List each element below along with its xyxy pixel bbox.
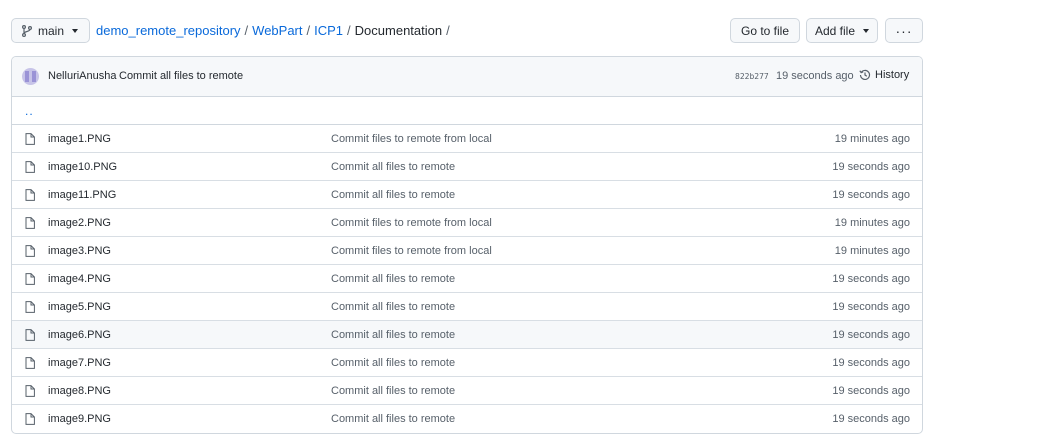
file-commit-message-link[interactable]: Commit all files to remote — [331, 189, 455, 201]
parent-directory-link[interactable]: .. — [12, 97, 922, 125]
commit-message-link[interactable]: Commit all files to remote — [119, 70, 243, 82]
chevron-down-icon — [863, 28, 870, 33]
table-row[interactable]: image11.PNG Commit all files to remote 19 … — [12, 181, 922, 209]
file-commit-message-link[interactable]: Commit all files to remote — [331, 385, 455, 397]
file-commit-time: 19 seconds ago — [832, 273, 910, 285]
file-icon — [25, 329, 35, 341]
commit-author-link[interactable]: NelluriAnusha — [48, 70, 116, 82]
breadcrumb-separator: / — [347, 23, 351, 38]
table-row[interactable]: image6.PNG Commit all files to remote 19 s… — [12, 321, 922, 349]
branch-name: main — [38, 23, 65, 38]
history-icon — [859, 69, 871, 81]
add-file-label: Add file — [814, 23, 856, 38]
file-icon — [25, 301, 35, 313]
file-commit-time: 19 seconds ago — [832, 301, 910, 313]
breadcrumb-repo-link[interactable]: demo_remote_repository — [96, 23, 241, 38]
table-row[interactable]: image10.PNG Commit all files to remote 19 … — [12, 153, 922, 181]
file-icon — [25, 217, 35, 229]
commit-sha-link[interactable]: 822b277 — [735, 72, 769, 81]
file-name-link[interactable]: image2.PNG — [48, 217, 111, 229]
file-name-link[interactable]: image4.PNG — [48, 273, 111, 285]
breadcrumb-separator: / — [244, 23, 249, 38]
file-commit-time: 19 seconds ago — [832, 385, 910, 397]
file-commit-message-link[interactable]: Commit all files to remote — [331, 329, 455, 341]
file-icon — [25, 245, 35, 257]
file-commit-message-link[interactable]: Commit files to remote from local — [331, 217, 492, 229]
file-commit-message-link[interactable]: Commit all files to remote — [331, 357, 455, 369]
avatar[interactable] — [22, 68, 39, 85]
table-row[interactable]: image9.PNG Commit all files to remote 19 s… — [12, 405, 922, 433]
file-name-link[interactable]: image1.PNG — [48, 133, 111, 145]
go-to-file-button[interactable]: Go to file — [730, 18, 800, 43]
file-commit-message-link[interactable]: Commit all files to remote — [331, 273, 455, 285]
file-browser: NelluriAnusha Commit all files to remote… — [11, 56, 923, 434]
more-options-button[interactable]: ··· — [885, 18, 923, 43]
file-commit-time: 19 minutes ago — [834, 217, 910, 229]
file-commit-message-link[interactable]: Commit all files to remote — [331, 413, 455, 425]
file-commit-message-link[interactable]: Commit files to remote from local — [331, 133, 492, 145]
latest-commit-bar: NelluriAnusha Commit all files to remote… — [12, 57, 922, 97]
file-commit-message-link[interactable]: Commit all files to remote — [331, 161, 455, 173]
file-commit-time: 19 seconds ago — [832, 357, 910, 369]
file-icon — [25, 161, 35, 173]
file-commit-time: 19 seconds ago — [832, 413, 910, 425]
breadcrumb-separator: / — [306, 23, 311, 38]
chevron-down-icon — [72, 28, 79, 33]
breadcrumb-icp1-link[interactable]: ICP1 — [314, 23, 343, 38]
file-commit-time: 19 minutes ago — [834, 245, 910, 257]
history-label: History — [875, 69, 910, 81]
file-name-link[interactable]: image5.PNG — [48, 301, 111, 313]
table-row[interactable]: image4.PNG Commit all files to remote 19 s… — [12, 265, 922, 293]
file-name-link[interactable]: image7.PNG — [48, 357, 111, 369]
kebab-horizontal-icon: ··· — [895, 22, 913, 39]
breadcrumb: demo_remote_repository / WebPart / ICP1 … — [96, 23, 450, 38]
breadcrumb-webpart-link[interactable]: WebPart — [252, 23, 302, 38]
go-to-file-label: Go to file — [740, 23, 790, 38]
file-commit-time: 19 seconds ago — [832, 189, 910, 201]
file-name-link[interactable]: image10.PNG — [48, 161, 117, 173]
table-row[interactable]: image2.PNG Commit files to remote from lo… — [12, 209, 922, 237]
file-commit-message-link[interactable]: Commit all files to remote — [331, 301, 455, 313]
file-icon — [25, 385, 35, 397]
file-name-link[interactable]: image3.PNG — [48, 245, 111, 257]
file-name-link[interactable]: image11.PNG — [48, 189, 116, 201]
table-row[interactable]: image5.PNG Commit all files to remote 19 s… — [12, 293, 922, 321]
branch-selector-button[interactable]: main — [11, 18, 90, 43]
table-row[interactable]: image3.PNG Commit files to remote from lo… — [12, 237, 922, 265]
table-row[interactable]: image8.PNG Commit all files to remote 19 s… — [12, 377, 922, 405]
file-commit-time: 19 minutes ago — [834, 133, 910, 145]
table-row[interactable]: image7.PNG Commit all files to remote 19 s… — [12, 349, 922, 377]
file-list: image1.PNG Commit files to remote from lo… — [12, 125, 922, 433]
file-name-link[interactable]: image9.PNG — [48, 413, 111, 425]
file-icon — [25, 189, 35, 201]
breadcrumb-current: Documentation — [354, 23, 443, 38]
file-commit-message-link[interactable]: Commit files to remote from local — [331, 245, 492, 257]
table-row[interactable]: image1.PNG Commit files to remote from lo… — [12, 125, 922, 153]
file-name-link[interactable]: image6.PNG — [48, 329, 111, 341]
history-link[interactable]: History — [859, 69, 909, 81]
add-file-button[interactable]: Add file — [806, 18, 878, 43]
file-icon — [25, 357, 35, 369]
repo-toolbar: main demo_remote_repository / WebPart / … — [11, 18, 923, 43]
file-commit-time: 19 seconds ago — [832, 329, 910, 341]
file-name-link[interactable]: image8.PNG — [48, 385, 111, 397]
commit-time: 19 seconds ago — [776, 70, 854, 82]
file-commit-time: 19 seconds ago — [832, 161, 910, 173]
file-icon — [25, 133, 35, 145]
file-icon — [25, 413, 35, 425]
file-icon — [25, 273, 35, 285]
git-branch-icon — [22, 24, 32, 37]
breadcrumb-separator: / — [446, 23, 450, 38]
